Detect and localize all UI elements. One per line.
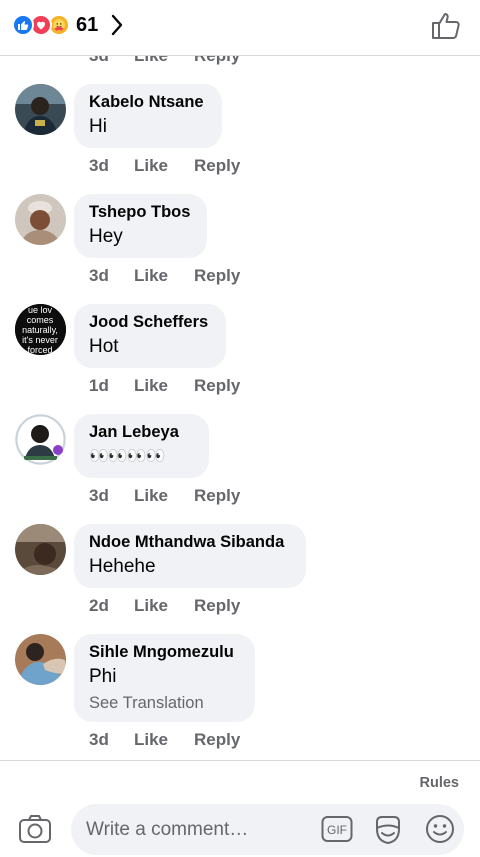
comment-author[interactable]: Kabelo Ntsane — [89, 93, 207, 112]
comment-text: 👀👀👀👀 — [89, 448, 166, 465]
avatar[interactable]: ue lov comes naturally, it's never force… — [15, 304, 66, 355]
comment-time: 2d — [89, 596, 109, 615]
avatar-text-line: comes — [27, 315, 54, 325]
comment-time: 1d — [89, 376, 109, 395]
comment-bubble[interactable]: Tshepo Tbos Hey — [74, 194, 207, 258]
chevron-right-icon[interactable] — [110, 12, 130, 38]
comment-text: Phi — [89, 666, 117, 687]
reply-link[interactable]: Reply — [194, 730, 240, 750]
see-translation-link[interactable]: See Translation — [89, 694, 240, 713]
avatar[interactable] — [15, 84, 66, 135]
comment-bubble[interactable]: Jan Lebeya 👀👀👀👀 — [74, 414, 209, 478]
like-link[interactable]: Like — [134, 156, 194, 176]
comment-actions-row: 3d Like Reply — [89, 156, 240, 176]
like-post-button[interactable] — [430, 10, 462, 42]
comment-actions-row: 3d Like Reply — [89, 730, 240, 750]
avatar[interactable] — [15, 414, 66, 465]
comment-author[interactable]: Ndoe Mthandwa Sibanda — [89, 533, 291, 552]
like-link[interactable]: Like — [134, 596, 194, 616]
comment-time: 3d — [89, 266, 109, 285]
comment-bubble[interactable]: Ndoe Mthandwa Sibanda Hehehe — [74, 524, 306, 588]
comment-actions-row: 1d Like Reply — [89, 376, 240, 396]
reaction-count: 61 — [76, 13, 99, 36]
comment-author[interactable]: Jood Scheffers — [89, 313, 211, 332]
reply-link[interactable]: Reply — [194, 486, 240, 506]
comment-author[interactable]: Tshepo Tbos — [89, 203, 192, 222]
like-reaction-icon — [12, 14, 34, 36]
like-link[interactable]: Like — [134, 376, 194, 396]
avatar-text-line: naturally, — [22, 325, 58, 335]
camera-icon[interactable] — [18, 813, 52, 845]
comment-bubble[interactable]: Kabelo Ntsane Hi — [74, 84, 222, 148]
avatar[interactable] — [15, 524, 66, 575]
comment-author[interactable]: Jan Lebeya — [89, 423, 194, 442]
comment-text: Hehehe — [89, 556, 156, 577]
like-link[interactable]: Like — [134, 486, 194, 506]
sticker-icon[interactable] — [371, 813, 405, 847]
emoji-icon[interactable] — [424, 813, 456, 845]
avatar-text-line: forced — [27, 345, 52, 355]
comment-bubble[interactable]: Sihle Mngomezulu Phi See Translation — [74, 634, 255, 722]
comment-input[interactable] — [86, 804, 306, 855]
reactions-summary[interactable]: 61 — [12, 12, 130, 38]
comment-text: Hi — [89, 116, 107, 137]
comment-actions-row: 3d Like Reply — [89, 486, 240, 506]
gif-button[interactable]: GIF — [321, 815, 353, 843]
comment-time: 3d — [89, 486, 109, 505]
reply-link[interactable]: Reply — [194, 156, 240, 176]
comment-actions-row: 3d Like Reply — [89, 266, 240, 286]
avatar[interactable] — [15, 194, 66, 245]
avatar[interactable] — [15, 634, 66, 685]
comment-bubble[interactable]: Jood Scheffers Hot — [74, 304, 226, 368]
rules-link[interactable]: Rules — [420, 775, 460, 791]
comment-actions-row: 2d Like Reply — [89, 596, 240, 616]
reply-link[interactable]: Reply — [194, 266, 240, 286]
comment-text: Hot — [89, 336, 119, 357]
thumbs-up-icon — [432, 13, 460, 39]
reactions-header: 61 — [0, 0, 480, 56]
gif-label: GIF — [327, 823, 347, 837]
avatar-text-line: it's never — [22, 335, 58, 345]
like-link[interactable]: Like — [134, 266, 194, 286]
like-link[interactable]: Like — [134, 730, 194, 750]
comment-input-container: GIF — [71, 804, 464, 855]
comment-time: 3d — [89, 156, 109, 175]
comment-time: 3d — [89, 730, 109, 749]
comment-composer: Rules GIF — [0, 760, 480, 857]
comment-text: Hey — [89, 226, 123, 247]
comment-author[interactable]: Sihle Mngomezulu — [89, 643, 240, 662]
reply-link[interactable]: Reply — [194, 596, 240, 616]
avatar-text-line: ue lov — [28, 305, 53, 315]
reply-link[interactable]: Reply — [194, 376, 240, 396]
